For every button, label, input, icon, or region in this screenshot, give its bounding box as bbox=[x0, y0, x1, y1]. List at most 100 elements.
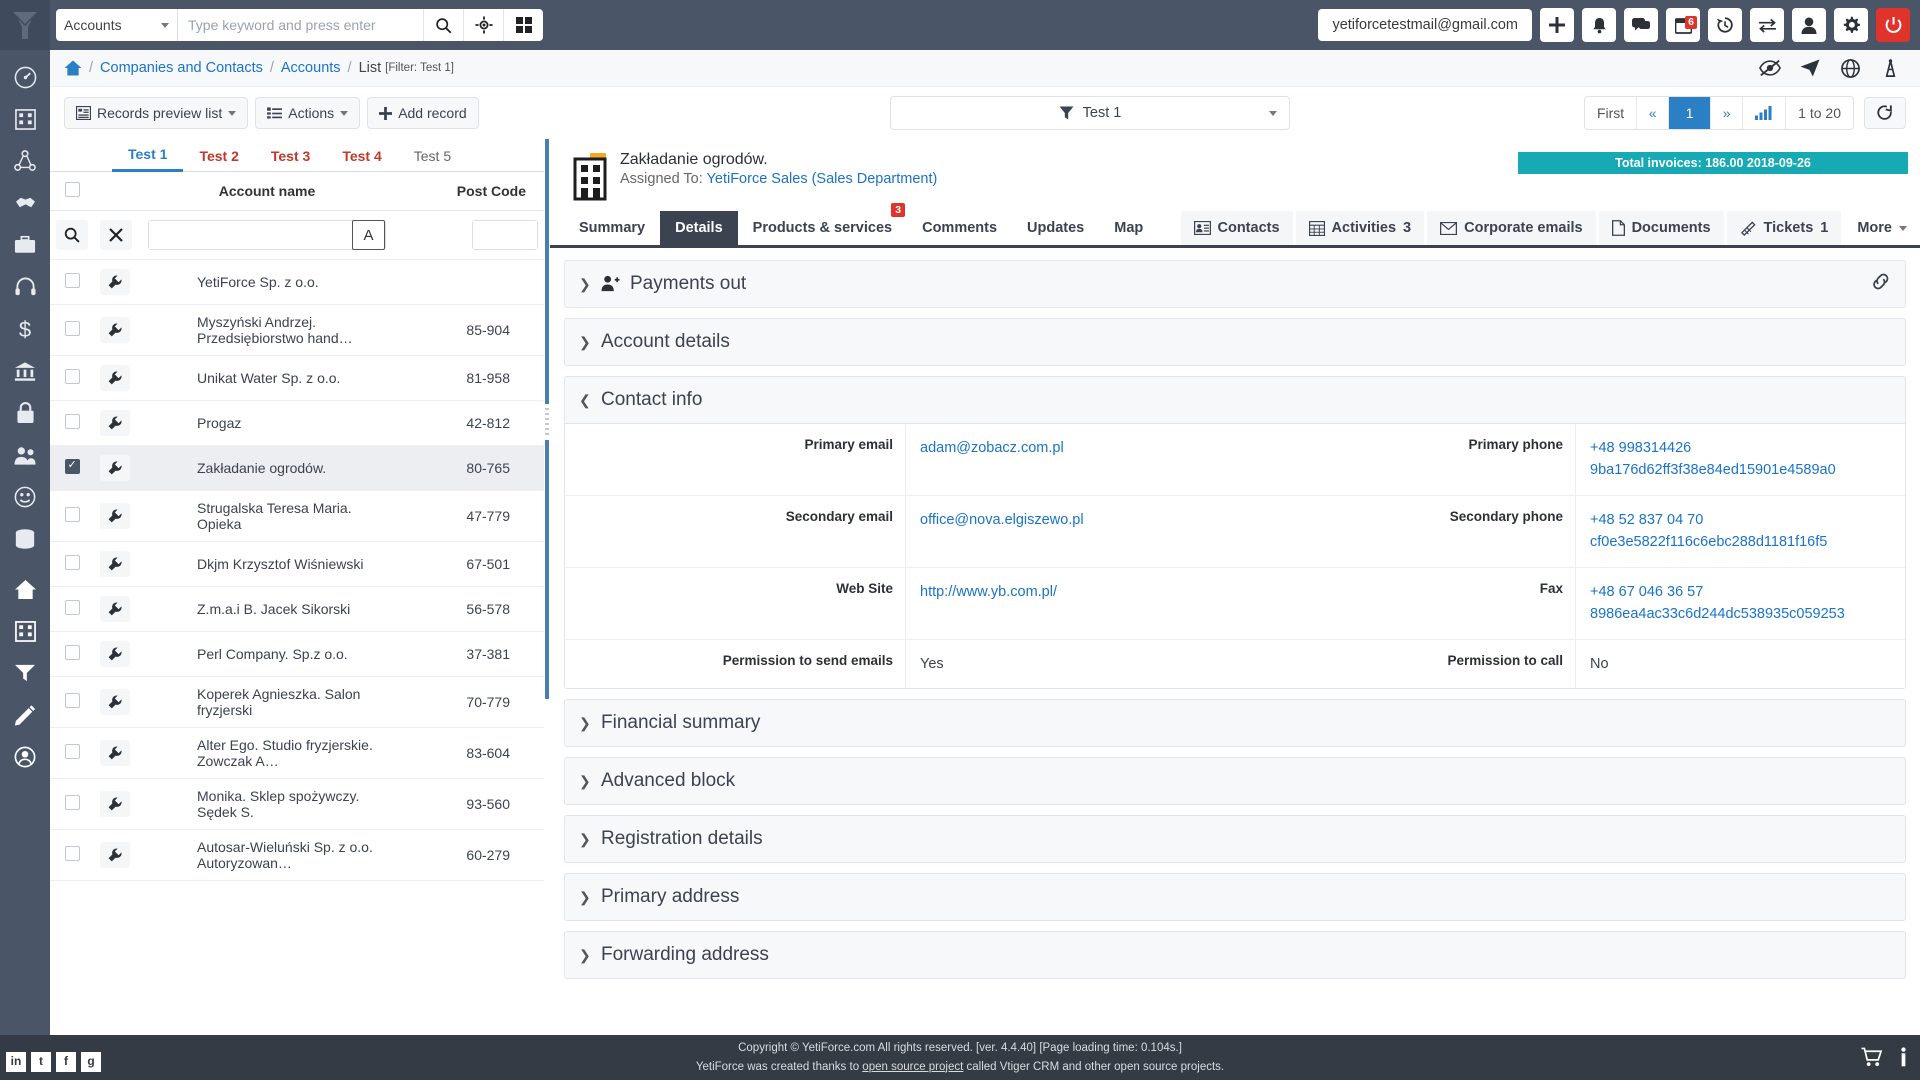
row-actions-button[interactable] bbox=[100, 551, 130, 577]
table-row[interactable]: Progaz 42-812 bbox=[50, 400, 544, 446]
list-tab-test-2[interactable]: Test 2 bbox=[183, 139, 254, 172]
table-row[interactable]: Myszyński Andrzej. Przedsiębiorstwo hand… bbox=[50, 304, 544, 356]
row-actions-button[interactable] bbox=[100, 455, 130, 481]
table-row-selected[interactable]: Zakładanie ogrodów.80-765 bbox=[50, 445, 544, 491]
secondary-phone-hash[interactable]: cf0e3e5822f116c6ebc288d1181f16f5 bbox=[1590, 531, 1905, 553]
row-actions-button[interactable] bbox=[100, 410, 130, 436]
row-actions-button[interactable] bbox=[100, 269, 130, 295]
list-tab-test-4[interactable]: Test 4 bbox=[326, 139, 397, 172]
tab-contacts[interactable]: Contacts bbox=[1180, 211, 1293, 245]
sidebar-item-security[interactable] bbox=[0, 392, 50, 434]
list-tab-test-5[interactable]: Test 5 bbox=[398, 139, 467, 172]
column-post-code[interactable]: Post Code bbox=[392, 172, 544, 211]
row-actions-button[interactable] bbox=[100, 791, 130, 817]
table-row[interactable]: Monika. Sklep spożywczy. Sędek S. 93-560 bbox=[50, 778, 544, 830]
sidebar-item-dashboard[interactable] bbox=[0, 56, 50, 98]
apps-grid-button[interactable] bbox=[503, 9, 543, 41]
block-payments-out-header[interactable]: ❯ Payments out bbox=[565, 261, 1905, 307]
table-row[interactable]: Z.m.a.i B. Jacek Sikorski 56-578 bbox=[50, 586, 544, 632]
records-preview-list-button[interactable]: Records preview list bbox=[64, 97, 249, 129]
row-checkbox[interactable] bbox=[64, 321, 80, 336]
block-registration-details-header[interactable]: ❯ Registration details bbox=[565, 816, 1905, 862]
block-forwarding-address-header[interactable]: ❯ Forwarding address bbox=[565, 932, 1905, 978]
search-button[interactable] bbox=[423, 9, 463, 41]
page-next-button[interactable]: » bbox=[1711, 97, 1744, 129]
sidebar-item-bank[interactable] bbox=[0, 350, 50, 392]
globe-button[interactable] bbox=[1830, 54, 1870, 82]
list-clear-search-button[interactable] bbox=[100, 220, 132, 250]
sidebar-item-sales[interactable] bbox=[0, 182, 50, 224]
tab-more[interactable]: More bbox=[1844, 211, 1920, 245]
exact-match-toggle[interactable]: A bbox=[352, 220, 385, 250]
block-account-details-header[interactable]: ❯ Account details bbox=[565, 319, 1905, 365]
row-actions-button[interactable] bbox=[100, 740, 130, 766]
block-contact-info-header[interactable]: ❮ Contact info bbox=[565, 377, 1905, 423]
footer-open-source-link[interactable]: open source project bbox=[862, 1061, 963, 1073]
block-advanced-header[interactable]: ❯ Advanced block bbox=[565, 758, 1905, 804]
row-actions-button[interactable] bbox=[100, 596, 130, 622]
tab-updates[interactable]: Updates bbox=[1012, 211, 1099, 245]
row-actions-button[interactable] bbox=[100, 317, 130, 343]
primary-phone-hash[interactable]: 9ba176d62ff3f38e84ed15901e4589a0 bbox=[1590, 459, 1905, 481]
app-logo[interactable] bbox=[0, 0, 50, 50]
tab-comments[interactable]: Comments bbox=[907, 211, 1012, 245]
switch-user-button[interactable] bbox=[1750, 8, 1784, 42]
sidebar-item-edit[interactable] bbox=[0, 694, 50, 736]
link-icon[interactable] bbox=[1871, 272, 1891, 297]
fax-link[interactable]: +48 67 046 36 57 bbox=[1590, 581, 1905, 603]
row-actions-button[interactable] bbox=[100, 842, 130, 868]
search-input[interactable] bbox=[178, 9, 423, 41]
block-primary-address-header[interactable]: ❯ Primary address bbox=[565, 874, 1905, 920]
tower-button[interactable] bbox=[1870, 54, 1910, 82]
info-icon[interactable] bbox=[1897, 1047, 1910, 1073]
calendar-button[interactable]: 6 bbox=[1666, 8, 1700, 42]
sidebar-item-marketing[interactable] bbox=[0, 140, 50, 182]
row-checkbox[interactable] bbox=[64, 458, 80, 474]
user-email[interactable]: yetiforcetestmail@gmail.com bbox=[1318, 9, 1532, 41]
tab-activities[interactable]: Activities 3 bbox=[1295, 211, 1425, 245]
page-chart-button[interactable] bbox=[1743, 97, 1787, 129]
facebook-icon[interactable]: f bbox=[56, 1052, 76, 1072]
primary-email-link[interactable]: adam@zobacz.com.pl bbox=[920, 437, 1235, 459]
row-actions-button[interactable] bbox=[100, 503, 130, 529]
search-module-select[interactable]: Accounts bbox=[56, 9, 178, 41]
tab-documents[interactable]: Documents bbox=[1598, 211, 1724, 245]
list-search-button[interactable] bbox=[56, 220, 88, 250]
user-menu-button[interactable] bbox=[1792, 8, 1826, 42]
tab-map[interactable]: Map bbox=[1099, 211, 1158, 245]
row-checkbox[interactable] bbox=[64, 273, 80, 288]
sidebar-item-projects[interactable] bbox=[0, 434, 50, 476]
tab-details[interactable]: Details bbox=[660, 211, 738, 245]
secondary-phone-link[interactable]: +48 52 837 04 70 bbox=[1590, 509, 1905, 531]
row-checkbox[interactable] bbox=[64, 744, 80, 759]
page-prev-button[interactable]: « bbox=[1637, 97, 1670, 129]
table-row[interactable]: Unikat Water Sp. z o.o. 81-958 bbox=[50, 355, 544, 401]
row-checkbox[interactable] bbox=[64, 645, 80, 660]
primary-phone-link[interactable]: +48 998314426 bbox=[1590, 437, 1905, 459]
account-name-filter-input[interactable] bbox=[149, 221, 352, 249]
assigned-to-link[interactable]: YetiForce Sales (Sales Department) bbox=[707, 171, 938, 187]
quick-create-button[interactable] bbox=[1540, 8, 1574, 42]
sidebar-item-finances[interactable]: $ bbox=[0, 308, 50, 350]
filter-select[interactable]: Test 1 bbox=[890, 96, 1290, 130]
advanced-search-button[interactable] bbox=[463, 9, 503, 41]
row-actions-button[interactable] bbox=[100, 689, 130, 715]
github-icon[interactable]: g bbox=[81, 1052, 101, 1072]
table-row[interactable]: YetiForce Sp. z o.o. bbox=[50, 259, 544, 305]
row-checkbox[interactable] bbox=[64, 795, 80, 810]
twitter-icon[interactable]: t bbox=[31, 1052, 51, 1072]
row-checkbox[interactable] bbox=[64, 507, 80, 522]
sidebar-item-companies[interactable] bbox=[0, 98, 50, 140]
hide-preview-button[interactable] bbox=[1750, 54, 1790, 82]
add-record-button[interactable]: Add record bbox=[367, 97, 479, 129]
table-row[interactable]: Strugalska Teresa Maria. Opieka 47-779 bbox=[50, 490, 544, 542]
sidebar-item-accounts[interactable] bbox=[0, 610, 50, 652]
row-checkbox[interactable] bbox=[64, 693, 80, 708]
actions-button[interactable]: Actions bbox=[255, 97, 361, 129]
home-icon[interactable] bbox=[64, 60, 82, 76]
secondary-email-link[interactable]: office@nova.elgiszewo.pl bbox=[920, 509, 1235, 531]
table-row[interactable]: Autosar-Wieluński Sp. z o.o. Autoryzowan… bbox=[50, 829, 544, 881]
block-financial-summary-header[interactable]: ❯ Financial summary bbox=[565, 700, 1905, 746]
chat-button[interactable] bbox=[1624, 8, 1658, 42]
linkedin-icon[interactable]: in bbox=[6, 1052, 26, 1072]
